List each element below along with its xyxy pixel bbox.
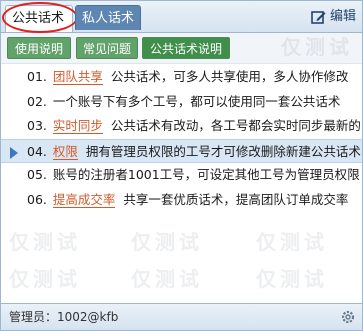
item-number: 05. (27, 167, 47, 182)
list-item[interactable]: 02. 一个账号下有多个工号，都可以使用同一套公共话术 (1, 90, 362, 115)
triangle-right-icon (10, 146, 18, 159)
watermark: 仅测试 (9, 230, 81, 254)
current-user: 管理员：1002@kfb (9, 310, 119, 324)
item-text: 一个账号下有多个工号，都可以使用同一套公共话术 (52, 93, 341, 109)
item-text: 拥有管理员权限的工号才可修改删除新建公共话术 (85, 143, 361, 159)
category-public-script-guide[interactable]: 公共话术说明 (142, 37, 230, 59)
edit-label: 编辑 (329, 9, 356, 24)
item-keyword: 权限 (52, 143, 78, 160)
watermark: 仅测试 (131, 230, 203, 254)
list-item-selected[interactable]: 04. 权限 拥有管理员权限的工号才可修改删除新建公共话术 (1, 138, 362, 163)
item-number: 02. (27, 93, 47, 109)
script-panel: 公共话术 私人话术 编辑 使用说明 常见问题 公共话术说明 01. 团队共享 公… (0, 0, 363, 331)
tab-bar: 公共话术 私人话术 编辑 (1, 1, 362, 33)
edit-button[interactable]: 编辑 (311, 7, 356, 27)
item-keyword: 团队共享 (52, 69, 103, 85)
item-keyword: 提高成交率 (52, 191, 116, 208)
list-item[interactable]: 03. 实时同步 公共话术有改动，各工号都会实时同步最新的 (1, 114, 362, 139)
item-number: 01. (27, 69, 47, 84)
script-list: 01. 团队共享 公共话术，可多人共享使用，多人协作修改 02. 一个账号下有多… (1, 65, 362, 212)
category-usage-guide[interactable]: 使用说明 (7, 37, 71, 59)
gear-icon[interactable] (340, 309, 356, 325)
watermark: 仅测试 (256, 230, 328, 254)
tab-private-scripts[interactable]: 私人话术 (75, 5, 141, 30)
item-keyword: 实时同步 (52, 118, 103, 134)
tab-public-scripts[interactable]: 公共话术 (5, 5, 73, 32)
item-number: 06. (27, 191, 47, 207)
item-text: 公共话术，可多人共享使用，多人协作修改 (110, 69, 349, 84)
category-faq[interactable]: 常见问题 (76, 37, 138, 59)
category-bar: 使用说明 常见问题 公共话术说明 (1, 33, 362, 64)
item-text: 账号的注册者1001工号，可设定其他工号为管理员权限 (52, 167, 360, 182)
list-item[interactable]: 05. 账号的注册者1001工号，可设定其他工号为管理员权限 (1, 163, 362, 188)
list-item[interactable]: 01. 团队共享 公共话术，可多人共享使用，多人协作修改 (1, 65, 362, 90)
status-bar: 管理员：1002@kfb (1, 303, 362, 330)
item-text: 共享一套优质话术，提高团队订单成交率 (123, 191, 349, 207)
item-number: 04. (27, 143, 47, 159)
watermark: 仅测试 (256, 267, 328, 291)
item-number: 03. (27, 118, 47, 133)
item-text: 公共话术有改动，各工号都会实时同步最新的 (110, 118, 361, 133)
edit-icon (311, 10, 326, 25)
watermark: 仅测试 (9, 267, 81, 291)
watermark: 仅测试 (131, 267, 203, 291)
list-item[interactable]: 06. 提高成交率 共享一套优质话术，提高团队订单成交率 (1, 188, 362, 213)
